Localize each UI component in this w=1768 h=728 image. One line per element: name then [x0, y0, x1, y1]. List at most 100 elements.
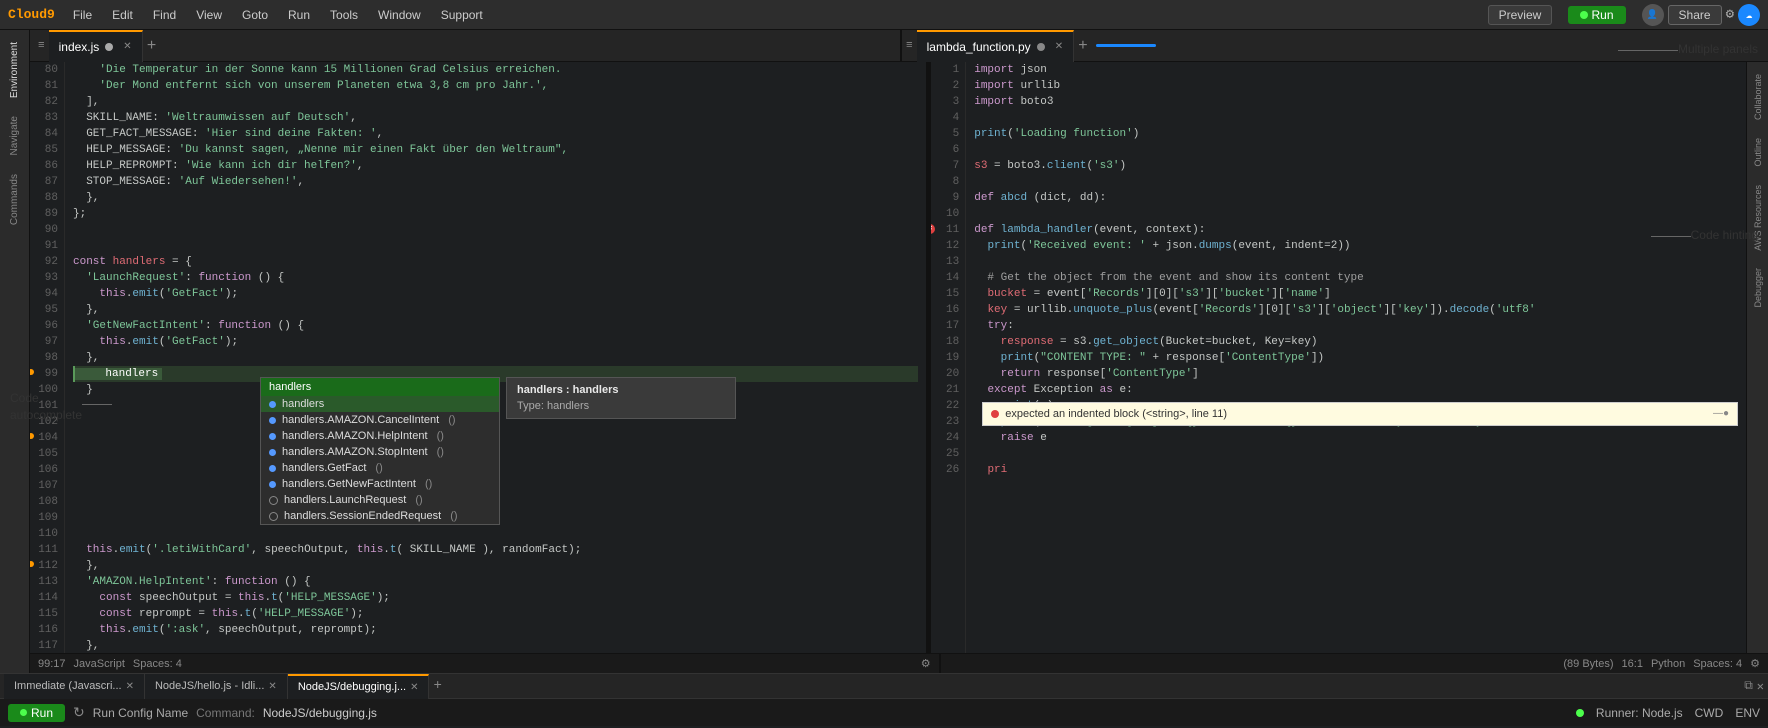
tab-index-js[interactable]: index.js ✕	[49, 30, 143, 62]
share-button[interactable]: Share	[1668, 5, 1722, 25]
ac-item-label: handlers.SessionEndedRequest	[284, 510, 441, 522]
settings-icon[interactable]: ⚙	[1726, 6, 1734, 23]
right-tab-close-icon[interactable]: ✕	[1055, 41, 1063, 52]
code-line: },	[73, 558, 918, 574]
cwd-label[interactable]: CWD	[1695, 706, 1724, 720]
command-label: Command:	[196, 706, 255, 720]
ac-item-label: handlers.AMAZON.StopIntent	[282, 446, 428, 458]
code-line: import urllib	[974, 78, 1738, 94]
code-line	[974, 174, 1738, 190]
code-line: pri	[974, 462, 1738, 478]
code-line: key = urllib.unquote_plus(event['Records…	[974, 302, 1738, 318]
add-tab-button[interactable]: +	[147, 37, 157, 55]
run-bar: Run ↻ Run Config Name Command: NodeJS/de…	[0, 698, 1768, 726]
user-avatar[interactable]: 👤	[1642, 4, 1664, 26]
code-line: STOP_MESSAGE: 'Auf Wiedersehen!',	[73, 174, 918, 190]
ac-item-help[interactable]: handlers.AMAZON.HelpIntent ()	[261, 428, 499, 444]
reload-icon[interactable]: ↻	[73, 704, 85, 721]
ac-item-stop[interactable]: handlers.AMAZON.StopIntent ()	[261, 444, 499, 460]
left-settings-icon[interactable]: ⚙	[921, 657, 931, 670]
right-tab-menu-icon[interactable]: ≡	[906, 40, 913, 52]
ac-dot-icon	[269, 449, 276, 456]
tab-close-icon[interactable]: ✕	[123, 41, 131, 52]
btab-hello[interactable]: NodeJS/hello.js - Idli... ✕	[145, 674, 288, 699]
annotation-code-hinting: Code hinting	[1691, 228, 1758, 242]
run-button[interactable]: Run	[1568, 6, 1626, 24]
annotation-multiple-panels: Multiple panels	[1678, 42, 1758, 56]
ac-suffix: ()	[447, 510, 457, 522]
autocomplete-popup[interactable]: handlers handlers handlers.AMAZON.Cancel…	[260, 377, 500, 525]
code-line	[974, 206, 1738, 222]
right-add-tab-button[interactable]: +	[1078, 37, 1088, 55]
sidebar-item-environment[interactable]: Environment	[7, 34, 22, 106]
code-line	[73, 238, 918, 254]
right-settings-icon[interactable]: ⚙	[1750, 657, 1760, 670]
ac-item-handlers[interactable]: handlers	[261, 396, 499, 412]
preview-button[interactable]: Preview	[1488, 5, 1553, 25]
btab-close[interactable]: ✕	[268, 681, 276, 692]
btab-close[interactable]: ✕	[126, 681, 134, 692]
env-label[interactable]: ENV	[1735, 706, 1760, 720]
sidebar-item-aws-resources[interactable]: AWS Resources	[1751, 177, 1765, 259]
left-code-panel: 80 81 82 83 84 85 86 87 88 89 90 91 92 9…	[30, 62, 928, 653]
code-line: ],	[73, 94, 918, 110]
code-line: GET_FACT_MESSAGE: 'Hier sind deine Fakte…	[73, 126, 918, 142]
run-button-bottom[interactable]: Run	[8, 704, 65, 722]
error-popup: expected an indented block (<string>, li…	[982, 402, 1738, 426]
code-line: except Exception as e:	[974, 382, 1738, 398]
tab-lambda-function[interactable]: lambda_function.py ✕	[917, 30, 1074, 62]
btab-label: NodeJS/hello.js - Idli...	[155, 680, 264, 692]
loading-progress	[1096, 44, 1156, 47]
menu-support[interactable]: Support	[433, 6, 491, 24]
code-line: def abcd (dict, dd):	[974, 190, 1738, 206]
left-line-numbers: 80 81 82 83 84 85 86 87 88 89 90 91 92 9…	[30, 62, 65, 653]
btab-debugging[interactable]: NodeJS/debugging.j... ✕	[288, 674, 430, 699]
code-line: const speechOutput = this.t('HELP_MESSAG…	[73, 590, 918, 606]
btab-close[interactable]: ✕	[410, 682, 418, 693]
ac-item-getfact[interactable]: handlers.GetFact ()	[261, 460, 499, 476]
runner-label: Runner: Node.js	[1596, 706, 1683, 720]
left-code-content[interactable]: 'Die Temperatur in der Sonne kann 15 Mil…	[65, 62, 926, 653]
menu-find[interactable]: Find	[145, 6, 184, 24]
cloud-icon[interactable]: ☁	[1738, 4, 1760, 26]
run-config-name[interactable]: Run Config Name	[93, 706, 188, 720]
menu-edit[interactable]: Edit	[104, 6, 141, 24]
close-panel-icon[interactable]: ✕	[1757, 679, 1764, 694]
code-line: import boto3	[974, 94, 1738, 110]
code-line: 'Der Mond entfernt sich von unserem Plan…	[73, 78, 918, 94]
menu-window[interactable]: Window	[370, 6, 429, 24]
code-line: try:	[974, 318, 1738, 334]
code-line: this.emit('GetFact');	[73, 286, 918, 302]
panels-container: 80 81 82 83 84 85 86 87 88 89 90 91 92 9…	[30, 62, 1768, 653]
ac-info-name: handlers : handlers	[517, 384, 725, 396]
add-console-tab[interactable]: +	[433, 678, 441, 694]
menu-run[interactable]: Run	[280, 6, 318, 24]
code-line: return response['ContentType']	[974, 366, 1738, 382]
maximize-icon[interactable]: ⧉	[1744, 679, 1753, 694]
menu-tools[interactable]: Tools	[322, 6, 366, 24]
ac-suffix: ()	[372, 462, 382, 474]
command-value: NodeJS/debugging.js	[263, 706, 377, 720]
menu-file[interactable]: File	[65, 6, 100, 24]
tab-label: lambda_function.py	[927, 40, 1031, 54]
sidebar-item-outline[interactable]: Outline	[1751, 130, 1765, 175]
ac-item-label: handlers.GetNewFactIntent	[282, 478, 416, 490]
ac-dot-icon	[269, 465, 276, 472]
sidebar-item-debugger[interactable]: Debugger	[1751, 260, 1765, 316]
ac-item-cancel[interactable]: handlers.AMAZON.CancelIntent ()	[261, 412, 499, 428]
ac-item-getnewfact[interactable]: handlers.GetNewFactIntent ()	[261, 476, 499, 492]
ac-item-session[interactable]: handlers.SessionEndedRequest ()	[261, 508, 499, 524]
sidebar-item-navigate[interactable]: Navigate	[7, 108, 22, 163]
right-code-content[interactable]: import json import urllib import boto3 p…	[966, 62, 1746, 653]
sidebar-item-commands[interactable]: Commands	[7, 166, 22, 233]
sidebar-item-collaborate[interactable]: Collaborate	[1751, 66, 1765, 128]
ac-item-launch[interactable]: handlers.LaunchRequest ()	[261, 492, 499, 508]
tab-menu-icon[interactable]: ≡	[38, 40, 45, 52]
code-line: 'LaunchRequest': function () {	[73, 270, 918, 286]
right-cursor-pos: 16:1	[1622, 658, 1643, 670]
code-line: response = s3.get_object(Bucket=bucket, …	[974, 334, 1738, 350]
menu-goto[interactable]: Goto	[234, 6, 276, 24]
btab-immediate[interactable]: Immediate (Javascri... ✕	[4, 674, 145, 699]
menu-view[interactable]: View	[188, 6, 230, 24]
code-line: const handlers = {	[73, 254, 918, 270]
